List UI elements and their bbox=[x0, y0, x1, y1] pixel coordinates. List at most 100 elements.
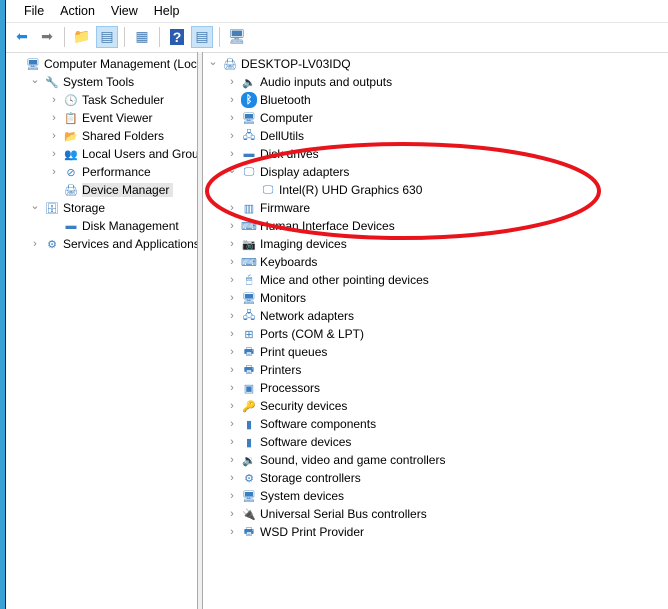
tree-item[interactable]: › 🖶 Print queues bbox=[226, 343, 327, 361]
expand-chevron-icon[interactable]: › bbox=[226, 220, 238, 232]
tree-item[interactable]: › 🖶 WSD Print Provider bbox=[226, 523, 364, 541]
tree-item[interactable]: › ▮ Software devices bbox=[226, 433, 351, 451]
help-button[interactable]: ? bbox=[166, 26, 188, 48]
tree-item-label: Disk Management bbox=[82, 219, 179, 233]
expand-chevron-icon[interactable]: › bbox=[226, 256, 238, 268]
tree-item[interactable]: › ⚙ Storage controllers bbox=[226, 469, 361, 487]
tree-item-label: Task Scheduler bbox=[82, 93, 165, 107]
sound-icon: 🔉 bbox=[242, 454, 256, 467]
scan-hardware-button[interactable]: 🖥 bbox=[226, 26, 248, 48]
collapse-chevron-icon[interactable]: ⌄ bbox=[29, 199, 41, 212]
tree-item[interactable]: › ⌨ Keyboards bbox=[226, 253, 317, 271]
tree-item[interactable]: › ⊞ Ports (COM & LPT) bbox=[226, 325, 364, 343]
tree-item[interactable]: 🖵 Intel(R) UHD Graphics 630 bbox=[245, 181, 423, 199]
expand-chevron-icon[interactable]: › bbox=[226, 328, 238, 340]
expand-chevron-icon[interactable]: › bbox=[226, 382, 238, 394]
tree-item-label: Network adapters bbox=[260, 309, 355, 323]
port-icon: ⊞ bbox=[244, 328, 254, 341]
expand-chevron-icon[interactable]: › bbox=[226, 76, 238, 88]
show-hide-action-pane-button[interactable]: ▤ bbox=[191, 25, 213, 48]
tree-item[interactable]: › ⚙ Services and Applications bbox=[29, 235, 197, 253]
expand-chevron-icon[interactable]: › bbox=[48, 148, 60, 160]
up-folder-button[interactable]: 📁 bbox=[71, 26, 93, 48]
tree-item[interactable]: › ▣ Processors bbox=[226, 379, 320, 397]
tree-item[interactable]: › 🖧 Network adapters bbox=[226, 307, 354, 325]
back-arrow-button[interactable]: ⬅ bbox=[11, 26, 33, 48]
software-device-icon: ▮ bbox=[245, 436, 253, 449]
tree-item[interactable]: › 🖱 Mice and other pointing devices bbox=[226, 271, 429, 289]
tree-item[interactable]: › 🖥 Monitors bbox=[226, 289, 306, 307]
tree-item[interactable]: › 👥 Local Users and Groups bbox=[48, 145, 197, 163]
properties-button[interactable]: ▦ bbox=[131, 26, 153, 48]
tree-item[interactable]: 🖥 Computer Management (Local bbox=[10, 55, 197, 73]
tree-item[interactable]: ⌄ 🖵 Display adapters bbox=[226, 163, 349, 181]
tree-item[interactable]: › 🖶 Printers bbox=[226, 361, 301, 379]
expand-chevron-icon[interactable]: › bbox=[226, 454, 238, 466]
device-manager-icon: 🖨 bbox=[64, 184, 78, 197]
computer-management-icon: 🖥 bbox=[26, 58, 40, 71]
help-icon: ? bbox=[170, 28, 184, 45]
tree-item[interactable]: › 📷 Imaging devices bbox=[226, 235, 347, 253]
storage-icon: 🗄 bbox=[45, 202, 59, 215]
tree-item-label: Mice and other pointing devices bbox=[260, 273, 429, 287]
expand-chevron-icon[interactable]: › bbox=[226, 274, 238, 286]
expand-chevron-icon[interactable]: › bbox=[226, 238, 238, 250]
menu-file[interactable]: File bbox=[16, 0, 52, 22]
tree-item[interactable]: › ⌨ Human Interface Devices bbox=[226, 217, 395, 235]
expand-chevron-icon[interactable]: › bbox=[226, 130, 238, 142]
tree-item-label: WSD Print Provider bbox=[260, 525, 365, 539]
tree-item[interactable]: › 🔑 Security devices bbox=[226, 397, 347, 415]
tree-item[interactable]: › 📋 Event Viewer bbox=[48, 109, 152, 127]
tree-item[interactable]: › 🖧 DellUtils bbox=[226, 127, 304, 145]
expand-chevron-icon[interactable]: › bbox=[226, 436, 238, 448]
tree-item[interactable]: ▬ Disk Management bbox=[48, 217, 179, 235]
forward-arrow-button[interactable]: ➡ bbox=[36, 26, 58, 48]
tree-item[interactable]: ⌄ 🔧 System Tools bbox=[29, 73, 134, 91]
tree-item[interactable]: › 🔈 Audio inputs and outputs bbox=[226, 73, 392, 91]
tree-item[interactable]: ⌄ 🗄 Storage bbox=[29, 199, 105, 217]
expand-chevron-icon[interactable]: › bbox=[226, 346, 238, 358]
tree-item[interactable]: › 📂 Shared Folders bbox=[48, 127, 164, 145]
show-hide-console-tree-button[interactable]: ▤ bbox=[96, 25, 118, 48]
expand-chevron-icon[interactable]: › bbox=[48, 166, 60, 178]
tree-item[interactable]: › 🔉 Sound, video and game controllers bbox=[226, 451, 445, 469]
tree-item[interactable]: › ▥ Firmware bbox=[226, 199, 310, 217]
expand-chevron-icon[interactable]: › bbox=[226, 202, 238, 214]
menu-action[interactable]: Action bbox=[52, 0, 103, 22]
tree-item-label: Firmware bbox=[260, 201, 310, 215]
collapse-chevron-icon[interactable]: ⌄ bbox=[29, 73, 41, 86]
expand-chevron-icon[interactable]: › bbox=[226, 400, 238, 412]
expand-chevron-icon[interactable]: › bbox=[226, 490, 238, 502]
tree-item[interactable]: › ▮ Software components bbox=[226, 415, 376, 433]
expand-chevron-icon[interactable]: › bbox=[226, 94, 238, 106]
tree-item[interactable]: › ᛒ Bluetooth bbox=[226, 91, 311, 109]
expand-chevron-icon[interactable]: › bbox=[48, 112, 60, 124]
expand-chevron-icon[interactable]: › bbox=[226, 508, 238, 520]
expand-chevron-icon[interactable]: › bbox=[226, 310, 238, 322]
tree-item[interactable]: › ▬ Disk drives bbox=[226, 145, 319, 163]
tree-item-label: Services and Applications bbox=[63, 237, 197, 251]
tree-item[interactable]: › 🖥 Computer bbox=[226, 109, 313, 127]
expand-chevron-icon[interactable]: › bbox=[226, 292, 238, 304]
expand-chevron-icon[interactable]: › bbox=[48, 94, 60, 106]
tree-item[interactable]: › 🔌 Universal Serial Bus controllers bbox=[226, 505, 427, 523]
expand-chevron-icon[interactable]: › bbox=[226, 364, 238, 376]
monitor-icon: 🖥 bbox=[242, 112, 256, 125]
tree-item-label: Local Users and Groups bbox=[82, 147, 197, 161]
expand-chevron-icon[interactable]: › bbox=[226, 472, 238, 484]
expand-chevron-icon[interactable]: › bbox=[226, 112, 238, 124]
tree-item[interactable]: › ⊘ Performance bbox=[48, 163, 151, 181]
tree-item[interactable]: 🖨 Device Manager bbox=[48, 181, 174, 199]
expand-chevron-icon[interactable]: › bbox=[226, 526, 238, 538]
menu-view[interactable]: View bbox=[103, 0, 146, 22]
tree-item[interactable]: ⌄ 🖨 DESKTOP-LV03IDQ bbox=[207, 55, 350, 73]
collapse-chevron-icon[interactable]: ⌄ bbox=[207, 55, 219, 68]
expand-chevron-icon[interactable]: › bbox=[226, 148, 238, 160]
menu-help[interactable]: Help bbox=[146, 0, 188, 22]
expand-chevron-icon[interactable]: › bbox=[48, 130, 60, 142]
collapse-chevron-icon[interactable]: ⌄ bbox=[226, 163, 238, 176]
tree-item[interactable]: › 🕓 Task Scheduler bbox=[48, 91, 164, 109]
expand-chevron-icon[interactable]: › bbox=[29, 238, 41, 250]
expand-chevron-icon[interactable]: › bbox=[226, 418, 238, 430]
tree-item[interactable]: › 🖥 System devices bbox=[226, 487, 344, 505]
